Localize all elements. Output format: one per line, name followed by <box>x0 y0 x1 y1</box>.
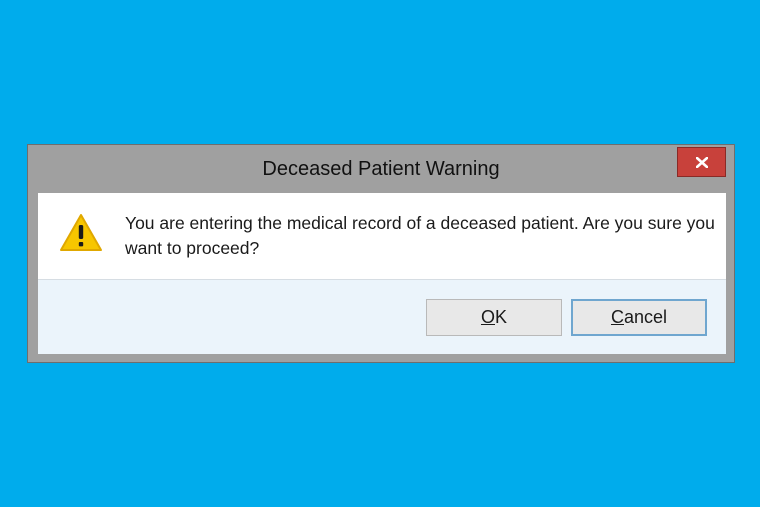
warning-icon <box>60 214 102 251</box>
ok-button[interactable]: OK <box>426 299 562 336</box>
ok-label-rest: K <box>495 307 508 327</box>
dialog-body: You are entering the medical record of a… <box>38 193 726 354</box>
close-button[interactable] <box>677 147 726 177</box>
close-icon <box>696 157 708 168</box>
warning-dialog: Deceased Patient Warning You are enterin… <box>27 144 735 363</box>
dialog-message: You are entering the medical record of a… <box>125 213 715 258</box>
ok-mnemonic: O <box>480 307 495 327</box>
desktop-background: Deceased Patient Warning You are enterin… <box>0 0 760 507</box>
cancel-label-rest: ancel <box>623 307 668 327</box>
title-bar[interactable]: Deceased Patient Warning <box>28 145 734 193</box>
button-bar: OK Cancel <box>38 279 726 354</box>
dialog-title: Deceased Patient Warning <box>262 158 500 180</box>
cancel-button[interactable]: Cancel <box>571 299 707 336</box>
cancel-mnemonic: C <box>610 307 624 327</box>
message-area: You are entering the medical record of a… <box>38 193 726 279</box>
